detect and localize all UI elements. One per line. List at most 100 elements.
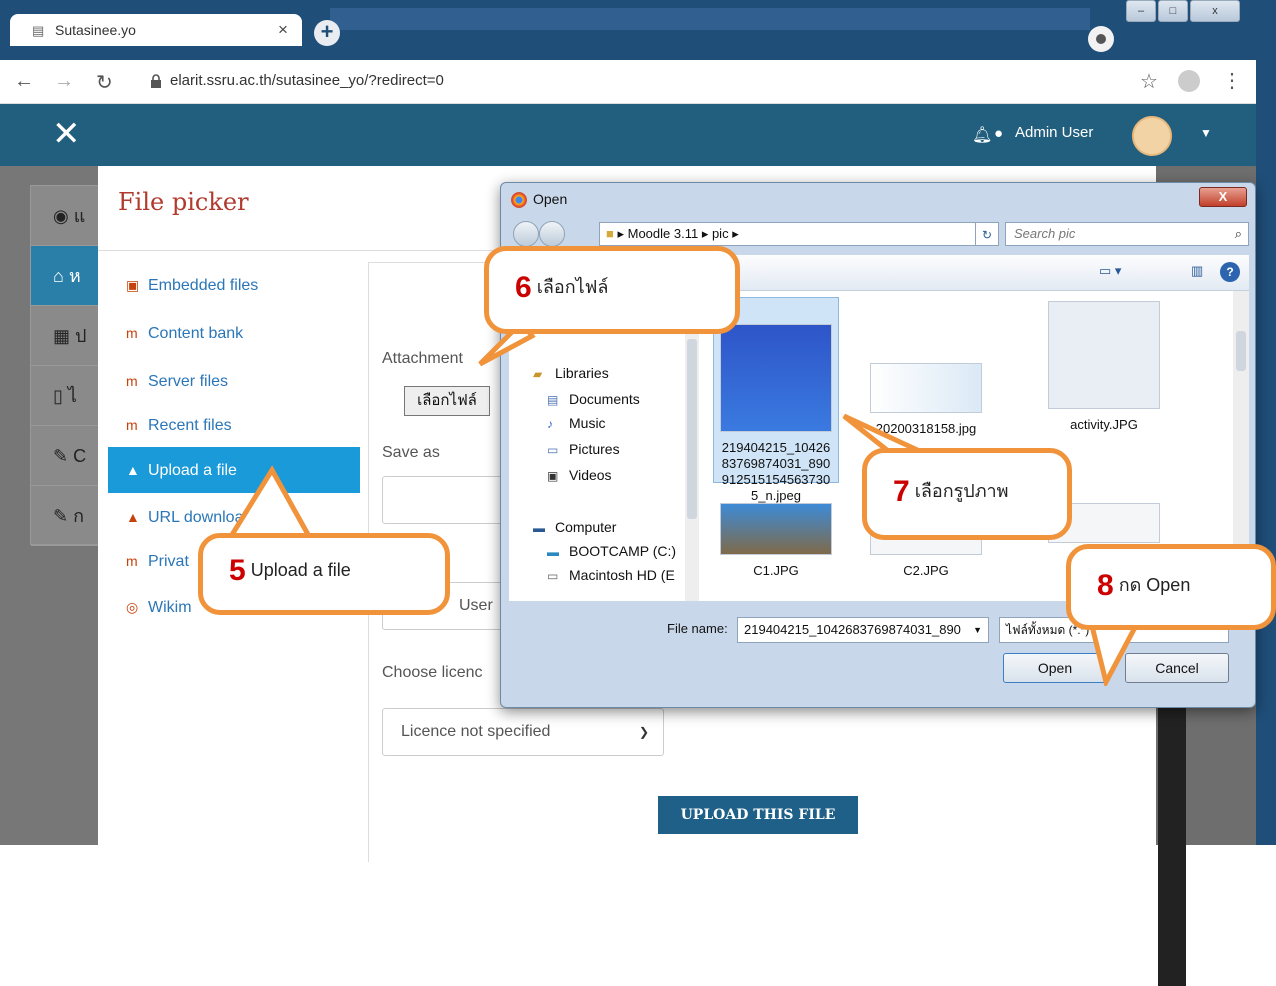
preview-pane-icon[interactable]: ▥ xyxy=(1191,263,1203,279)
callout-number: 6 xyxy=(515,271,532,304)
tree-bootcamp-drive[interactable]: ▬ BOOTCAMP (C:) xyxy=(547,543,676,559)
save-as-label: Save as xyxy=(382,444,440,461)
close-drawer-icon[interactable]: ✕ xyxy=(52,114,81,154)
tree-videos[interactable]: ▣ Videos xyxy=(547,467,612,483)
refresh-icon[interactable]: ↻ xyxy=(975,222,999,246)
file-item[interactable]: activity.JPG xyxy=(1041,301,1167,433)
back-icon[interactable]: ← xyxy=(14,70,34,93)
tree-documents[interactable]: ▤ Documents xyxy=(547,391,640,407)
tree-label: Macintosh HD (E xyxy=(569,567,675,583)
file-picker-title: File picker xyxy=(118,188,249,216)
callout-step-7: 7 เลือกรูปภาพ xyxy=(862,448,1072,540)
attachment-label: Attachment xyxy=(382,350,463,367)
search-placeholder: Search pic xyxy=(1014,226,1076,241)
view-icon[interactable]: ▭ ▾ xyxy=(1099,263,1121,279)
tree-music[interactable]: ♪ Music xyxy=(547,415,606,431)
file-icon: ▯ xyxy=(53,386,68,406)
callout-number: 5 xyxy=(229,554,246,587)
repo-label: Content bank xyxy=(148,325,244,342)
search-icon: ⌕ xyxy=(1234,226,1242,241)
repo-embedded-files[interactable]: ▣ Embedded files xyxy=(108,262,360,308)
repo-label: Wikim xyxy=(148,599,192,616)
file-thumbnail xyxy=(870,363,982,413)
licence-select[interactable]: Licence not specified ❯ xyxy=(382,708,664,756)
browser-tab[interactable]: ▤ Sutasinee.yo × xyxy=(10,14,302,46)
account-icon[interactable] xyxy=(1178,70,1200,92)
window-controls: – □ x xyxy=(1126,0,1256,22)
maximize-icon[interactable]: □ xyxy=(1158,0,1188,22)
repo-server-files[interactable]: m Server files xyxy=(108,358,360,404)
chat-icon[interactable]: ● xyxy=(994,125,1003,142)
user-name[interactable]: Admin User xyxy=(1015,124,1093,141)
wrench-icon: ✎ xyxy=(53,506,74,526)
search-input[interactable]: Search pic ⌕ xyxy=(1005,222,1249,246)
tree-computer[interactable]: ▬ Computer xyxy=(533,519,616,535)
chevron-down-icon[interactable]: ▼ xyxy=(973,618,982,642)
reload-icon[interactable]: ↻ xyxy=(96,70,113,95)
tree-label: Libraries xyxy=(555,365,609,381)
file-name: C1.JPG xyxy=(753,563,799,578)
callout-step-8: 8 กด Open xyxy=(1066,544,1276,630)
file-name-input[interactable]: 219404215_1042683769874031_890 ▼ xyxy=(737,617,989,643)
nav-label: ก xyxy=(73,506,84,526)
file-item[interactable]: C1.JPG xyxy=(713,503,839,579)
new-tab-button[interactable]: + xyxy=(314,20,340,46)
callout-text: เลือกไฟล์ xyxy=(536,276,609,297)
chevron-down-icon[interactable]: ▼ xyxy=(1200,126,1212,140)
nav-label: ไ xyxy=(67,386,77,406)
close-tab-icon[interactable]: × xyxy=(278,20,288,40)
scrollbar[interactable] xyxy=(685,291,699,601)
repo-label: Server files xyxy=(148,373,229,390)
dialog-close-button[interactable]: X xyxy=(1199,187,1247,207)
scrollbar-thumb[interactable] xyxy=(687,339,697,519)
choose-file-button[interactable]: เลือกไฟล์ xyxy=(404,386,490,416)
moodle-icon: m xyxy=(126,417,138,433)
window-close-icon[interactable]: x xyxy=(1190,0,1240,22)
home-icon: ⌂ xyxy=(53,266,69,286)
tree-label: BOOTCAMP (C:) xyxy=(569,543,677,559)
dialog-title: Open xyxy=(533,191,568,207)
forward-icon[interactable] xyxy=(539,221,565,247)
tree-macintosh-drive[interactable]: ▭ Macintosh HD (E xyxy=(547,567,675,583)
repo-label: Embedded files xyxy=(148,277,259,294)
file-thumbnail xyxy=(1048,301,1160,409)
moodle-icon: m xyxy=(126,325,138,341)
documents-icon: ▤ xyxy=(547,393,559,407)
chrome-icon xyxy=(511,192,527,208)
bookmark-star-icon[interactable]: ☆ xyxy=(1140,69,1158,94)
drive-icon: ▬ xyxy=(547,545,559,559)
tree-libraries[interactable]: ▰ Libraries xyxy=(533,365,609,381)
file-name: C2.JPG xyxy=(903,563,949,578)
moodle-icon: m xyxy=(126,373,138,389)
upload-this-file-button[interactable]: UPLOAD THIS FILE xyxy=(658,796,858,834)
breadcrumb-item[interactable]: Moodle 3.11 xyxy=(628,226,699,241)
address-bar: ← → ↻ elarit.ssru.ac.th/sutasinee_yo/?re… xyxy=(0,60,1256,104)
back-icon[interactable] xyxy=(513,221,539,247)
dark-block xyxy=(1158,706,1186,986)
file-thumbnail xyxy=(720,324,832,432)
avatar[interactable] xyxy=(1132,116,1172,156)
repo-recent-files[interactable]: m Recent files xyxy=(108,402,360,448)
minimize-icon[interactable]: – xyxy=(1126,0,1156,22)
menu-kebab-icon[interactable]: ⋮ xyxy=(1222,68,1242,93)
bell-icon[interactable]: 🔔︎ xyxy=(972,125,992,145)
forward-icon[interactable]: → xyxy=(54,70,74,93)
breadcrumb[interactable]: ■ ▸ Moodle 3.11 ▸ pic ▸ ▼ xyxy=(599,222,1053,246)
callout-step-5: 5 Upload a file xyxy=(198,533,450,615)
callout-number: 8 xyxy=(1097,569,1114,602)
scrollbar-thumb[interactable] xyxy=(1236,331,1246,371)
repo-content-bank[interactable]: m Content bank xyxy=(108,310,360,356)
breadcrumb-item[interactable]: pic xyxy=(712,226,729,241)
file-name-label: File name: xyxy=(667,621,728,636)
browser-tab-strip: ▤ Sutasinee.yo × + – □ x xyxy=(0,0,1276,60)
drive-icon: ▭ xyxy=(547,569,559,583)
callout-5-tail xyxy=(225,465,315,541)
nav-label: ป xyxy=(75,326,87,346)
help-icon[interactable]: ? xyxy=(1220,262,1240,282)
tree-pictures[interactable]: ▭ Pictures xyxy=(547,441,620,457)
profile-icon[interactable] xyxy=(1088,26,1114,52)
nav-label: C xyxy=(73,446,87,466)
moodle-icon: m xyxy=(126,553,138,569)
url-text[interactable]: elarit.ssru.ac.th/sutasinee_yo/?redirect… xyxy=(170,72,444,89)
tree-label: Documents xyxy=(569,391,640,407)
